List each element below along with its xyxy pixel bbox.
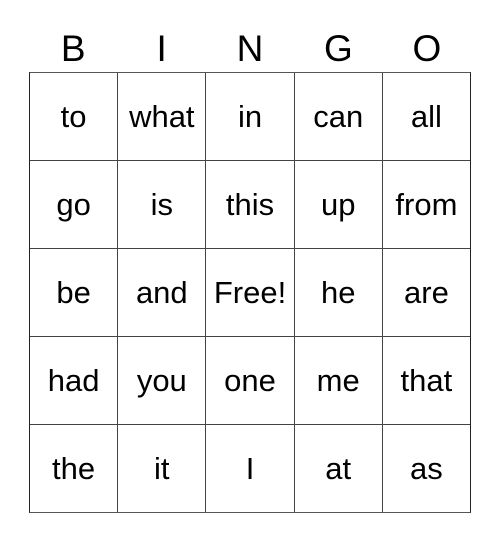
bingo-cell[interactable]: this (205, 161, 294, 248)
bingo-cell[interactable]: at (293, 425, 382, 512)
bingo-cell[interactable]: had (30, 337, 118, 424)
bingo-cell[interactable]: me (293, 337, 382, 424)
bingo-cell[interactable]: is (117, 161, 206, 248)
bingo-cell[interactable]: go (30, 161, 118, 248)
bingo-header-row: B I N G O (29, 24, 471, 72)
bingo-cell[interactable]: what (117, 73, 206, 160)
bingo-header-letter-b: B (60, 27, 86, 69)
bingo-cell[interactable]: that (381, 337, 471, 424)
bingo-row: be and Free! he are (30, 248, 471, 336)
bingo-cell[interactable]: from (381, 161, 471, 248)
bingo-cell[interactable]: up (293, 161, 382, 248)
bingo-cell[interactable]: one (205, 337, 294, 424)
bingo-row: to what in can all (30, 73, 471, 160)
bingo-row: go is this up from (30, 160, 471, 248)
bingo-card: B I N G O to what in can all go is this … (0, 0, 500, 544)
bingo-grid: to what in can all go is this up from be… (29, 72, 471, 513)
bingo-cell[interactable]: be (30, 249, 118, 336)
bingo-cell[interactable]: in (205, 73, 294, 160)
bingo-cell[interactable]: are (381, 249, 471, 336)
bingo-cell[interactable]: I (205, 425, 294, 512)
bingo-cell[interactable]: can (293, 73, 382, 160)
bingo-cell[interactable]: it (117, 425, 206, 512)
bingo-header-letter-i: I (156, 27, 167, 69)
bingo-header-letter-g: G (324, 27, 353, 69)
bingo-header-letter-n: N (236, 27, 264, 69)
bingo-row: the it I at as (30, 424, 471, 512)
bingo-free-space-cell[interactable]: Free! (205, 249, 294, 336)
bingo-cell[interactable]: as (381, 425, 471, 512)
bingo-cell[interactable]: you (117, 337, 206, 424)
bingo-cell[interactable]: and (117, 249, 206, 336)
bingo-cell[interactable]: all (381, 73, 471, 160)
bingo-row: had you one me that (30, 336, 471, 424)
bingo-cell[interactable]: the (30, 425, 118, 512)
bingo-cell[interactable]: to (30, 73, 118, 160)
bingo-cell[interactable]: he (293, 249, 382, 336)
bingo-header-letter-o: O (412, 27, 442, 69)
